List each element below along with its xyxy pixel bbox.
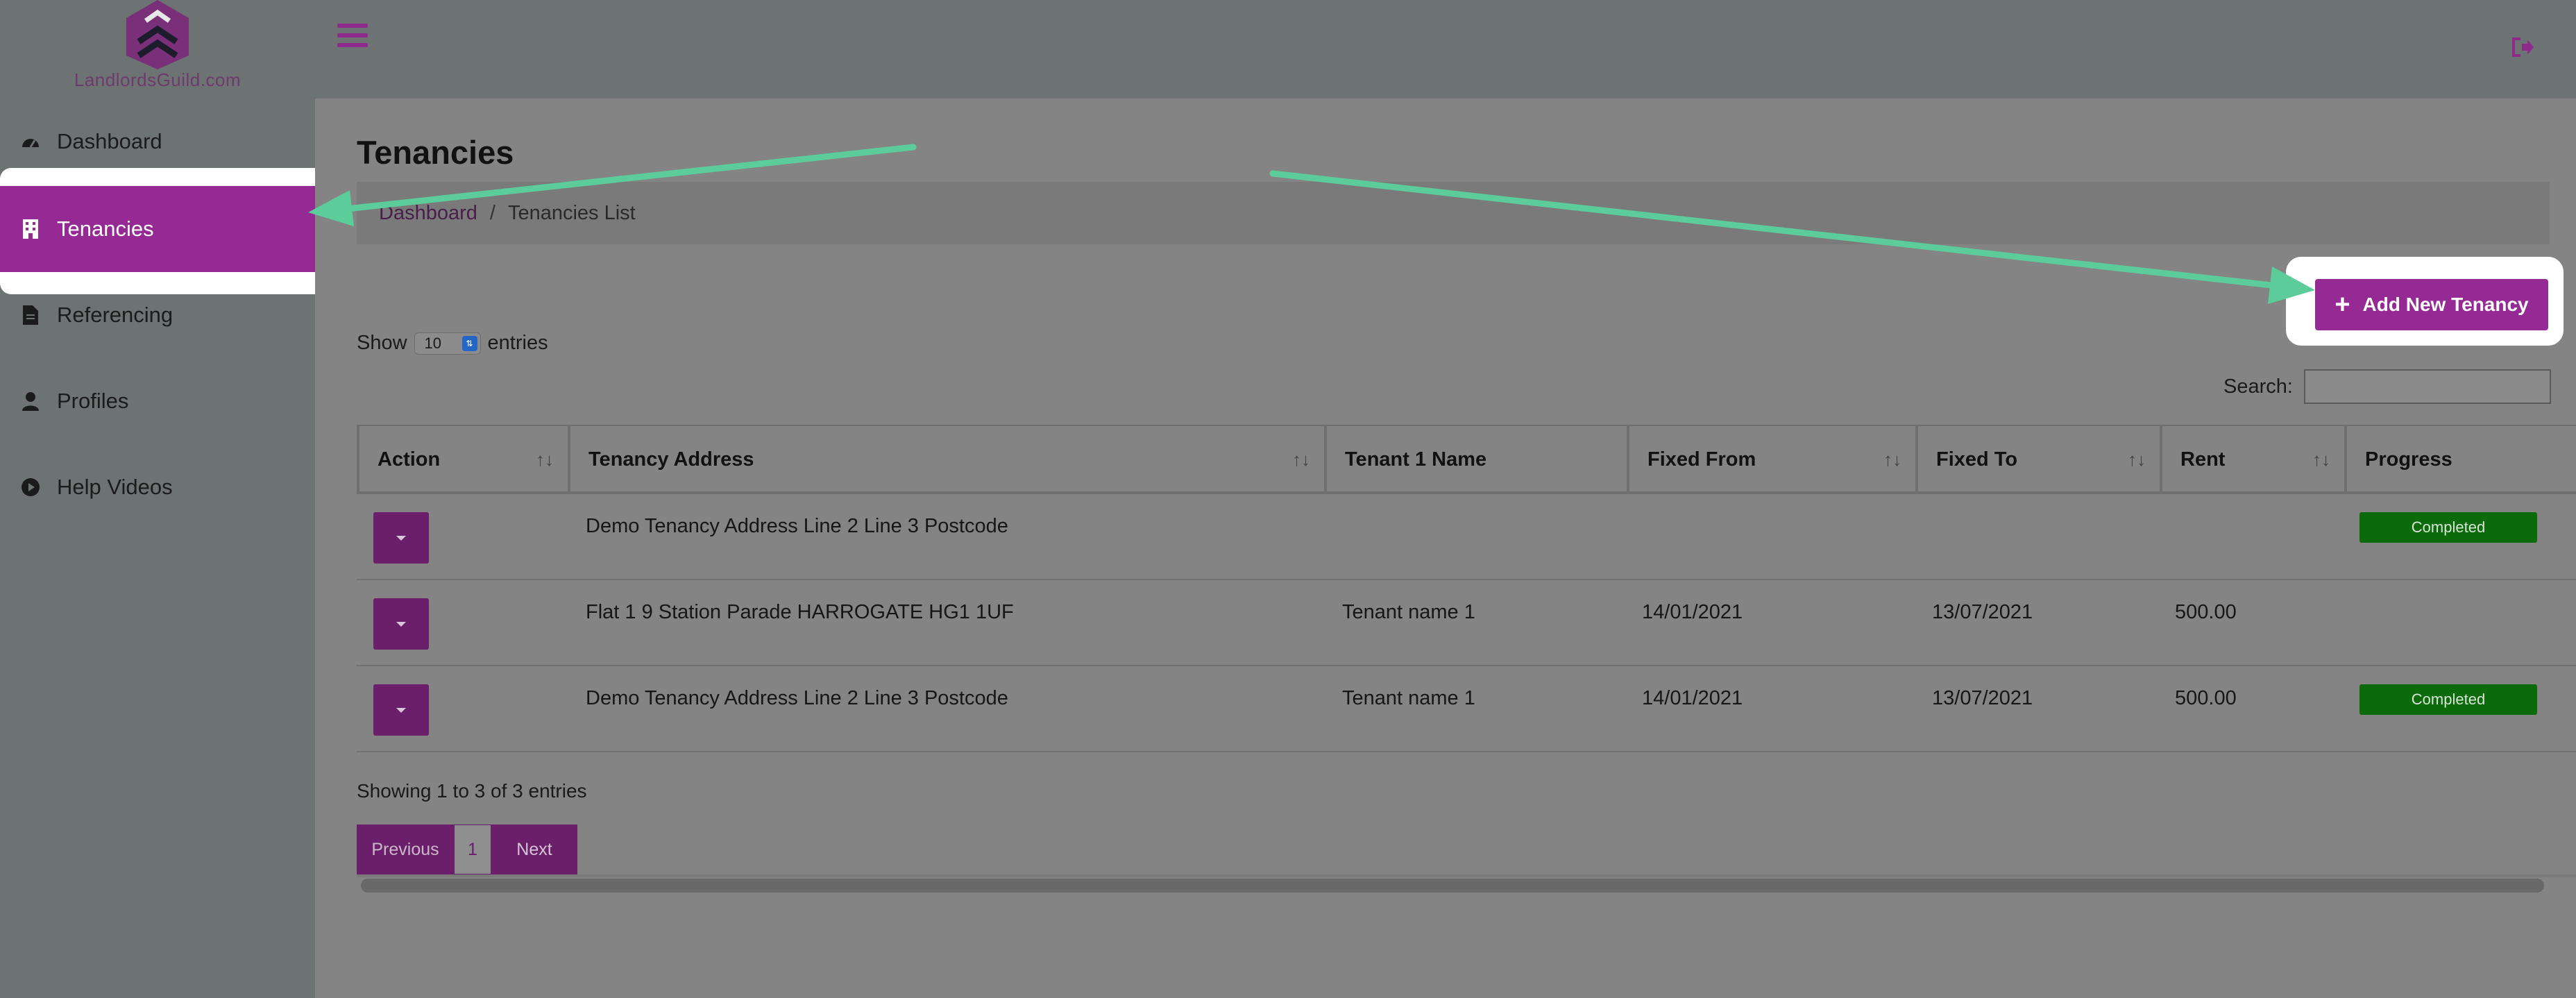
entries-select[interactable]: 10 ⇅: [414, 332, 481, 355]
status-badge-completed: Completed: [2359, 684, 2537, 715]
cell-rent: 500.00: [2175, 601, 2237, 623]
sidebar-item-label: Tenancies: [57, 217, 154, 241]
landlordsguild-logo-icon: [126, 0, 189, 69]
table-row: Flat 1 9 Station Parade HARROGATE HG1 1U…: [357, 580, 2576, 666]
pagination-next[interactable]: Next: [491, 824, 577, 874]
cell-address: Flat 1 9 Station Parade HARROGATE HG1 1U…: [586, 601, 1014, 623]
table-row: Demo Tenancy Address Line 2 Line 3 Postc…: [357, 494, 2576, 580]
column-header-progress[interactable]: Progress: [2344, 426, 2550, 493]
row-action-dropdown-button[interactable]: [373, 598, 429, 650]
cell-fixed-to: 13/07/2021: [1932, 687, 2033, 709]
row-action-dropdown-button[interactable]: [373, 512, 429, 564]
sidebar-item-profiles[interactable]: Profiles: [0, 358, 315, 444]
cell-address: Demo Tenancy Address Line 2 Line 3 Postc…: [586, 687, 1008, 709]
show-label: Show: [357, 332, 407, 354]
page-title: Tenancies: [357, 134, 514, 171]
entries-value: 10: [424, 334, 442, 352]
sidebar-item-tenancies[interactable]: Tenancies: [0, 186, 315, 272]
hamburger-icon[interactable]: [337, 24, 368, 54]
sidebar-item-label: Help Videos: [57, 475, 173, 499]
search-control: Search:: [2223, 369, 2551, 404]
sort-icon: ↑↓: [536, 448, 554, 470]
breadcrumb: Dashboard / Tenancies List: [357, 182, 2550, 244]
column-header-fixed-from[interactable]: Fixed From ↑↓: [1627, 426, 1913, 493]
cell-tenant: Tenant name 1: [1342, 601, 1475, 623]
brand-logo[interactable]: LandlordsGuild.com: [0, 0, 315, 99]
column-header-rent[interactable]: Rent ↑↓: [2160, 426, 2341, 493]
cell-rent: 500.00: [2175, 687, 2237, 709]
pagination: Previous 1 Next: [357, 824, 577, 874]
play-circle-icon: [21, 477, 40, 497]
breadcrumb-current: Tenancies List: [507, 201, 636, 224]
sidebar: LandlordsGuild.com Dashboard Tenancies R…: [0, 0, 329, 998]
caret-down-icon: [396, 535, 406, 541]
horizontal-scrollbar[interactable]: [361, 879, 2544, 893]
table-row: Demo Tenancy Address Line 2 Line 3 Postc…: [357, 666, 2576, 752]
column-header-tenant[interactable]: Tenant 1 Name: [1324, 426, 1624, 493]
add-new-tenancy-button[interactable]: + Add New Tenancy: [2315, 279, 2548, 330]
pagination-previous[interactable]: Previous: [357, 824, 454, 874]
user-icon: [21, 391, 40, 411]
sort-icon: ↑↓: [2312, 448, 2330, 470]
plus-icon: +: [2334, 290, 2350, 319]
sort-icon: ↑↓: [1292, 448, 1310, 470]
search-label: Search:: [2223, 375, 2293, 398]
column-header-address[interactable]: Tenancy Address ↑↓: [568, 426, 1321, 493]
cell-fixed-from: 14/01/2021: [1642, 687, 1743, 709]
caret-down-icon: [396, 621, 406, 627]
breadcrumb-dashboard-link[interactable]: Dashboard: [379, 202, 477, 225]
column-header-action[interactable]: Action ↑↓: [357, 426, 565, 493]
logo-text: LandlordsGuild.com: [74, 69, 242, 90]
show-entries-control: Show 10 ⇅ entries: [357, 332, 548, 355]
sidebar-item-help-videos[interactable]: Help Videos: [0, 444, 315, 530]
sidebar-item-label: Referencing: [57, 303, 173, 327]
tenancies-table: Action ↑↓ Tenancy Address ↑↓ Tenant 1 Name…: [357, 425, 2576, 752]
sidebar-item-label: Profiles: [57, 389, 129, 413]
cell-address: Demo Tenancy Address Line 2 Line 3 Postc…: [586, 515, 1008, 537]
breadcrumb-separator: /: [489, 201, 495, 224]
sort-icon: ↑↓: [1883, 448, 1901, 470]
status-badge-completed: Completed: [2359, 512, 2537, 543]
building-icon: [21, 219, 40, 239]
column-header-fixed-to[interactable]: Fixed To ↑↓: [1915, 426, 2157, 493]
dashboard-icon: [21, 132, 40, 151]
entries-label: entries: [487, 332, 548, 354]
top-bar: [315, 0, 2576, 99]
cell-tenant: Tenant name 1: [1342, 687, 1475, 709]
caret-down-icon: [396, 707, 406, 713]
search-input[interactable]: [2303, 369, 2551, 404]
cell-fixed-from: 14/01/2021: [1642, 601, 1743, 623]
sidebar-item-label: Dashboard: [57, 129, 162, 153]
select-arrows-icon: ⇅: [461, 335, 477, 351]
sort-icon: ↑↓: [2128, 448, 2146, 470]
table-info: Showing 1 to 3 of 3 entries: [357, 780, 587, 802]
logout-icon[interactable]: [2512, 37, 2534, 57]
table-header: Action ↑↓ Tenancy Address ↑↓ Tenant 1 Name…: [357, 425, 2576, 494]
pagination-page-1[interactable]: 1: [454, 824, 491, 874]
cell-fixed-to: 13/07/2021: [1932, 601, 2033, 623]
main-content: Tenancies Dashboard / Tenancies List Sho…: [315, 99, 2576, 998]
scroll-track: [357, 874, 2576, 877]
row-action-dropdown-button[interactable]: [373, 684, 429, 736]
document-icon: [21, 305, 40, 325]
add-button-label: Add New Tenancy: [2362, 294, 2529, 315]
sidebar-item-referencing[interactable]: Referencing: [0, 272, 315, 358]
sidebar-item-dashboard[interactable]: Dashboard: [0, 99, 315, 185]
